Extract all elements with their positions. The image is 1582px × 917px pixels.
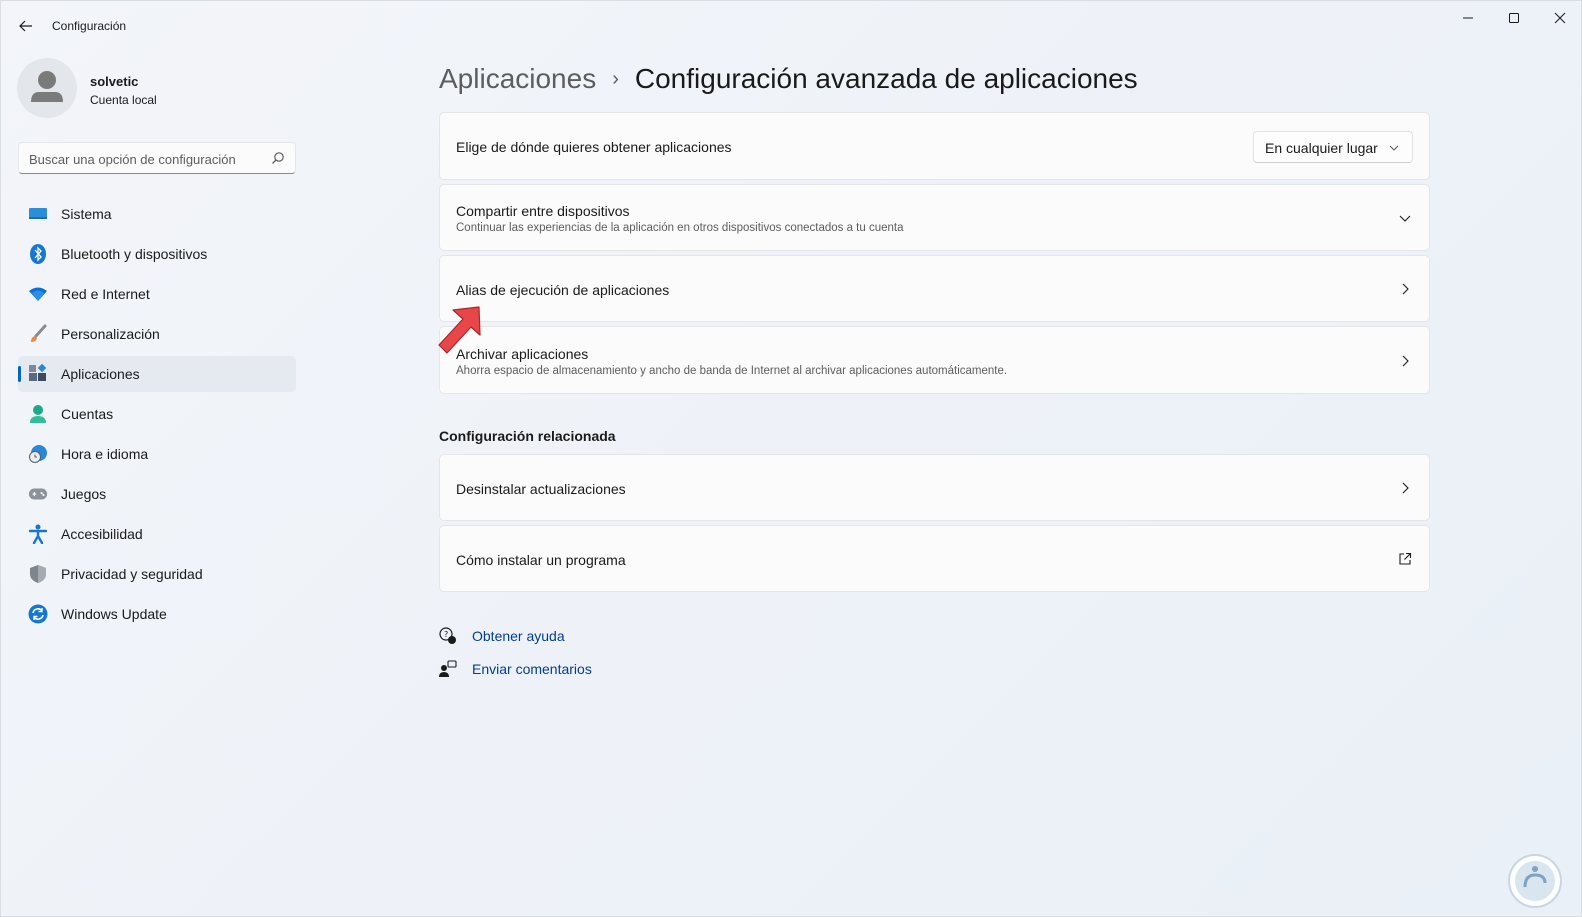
sidebar-item-label: Red e Internet [61, 286, 150, 302]
send-feedback-link[interactable]: Enviar comentarios [438, 658, 592, 680]
sidebar-item-hora[interactable]: Hora e idioma [18, 436, 296, 472]
sidebar-nav: Sistema Bluetooth y dispositivos Red e I… [18, 196, 296, 636]
feedback-icon [438, 659, 458, 679]
sidebar-item-label: Juegos [61, 486, 107, 502]
get-help-label: Obtener ayuda [472, 628, 565, 644]
app-alias-setting[interactable]: Alias de ejecución de aplicaciones [439, 255, 1430, 322]
app-alias-title: Alias de ejecución de aplicaciones [456, 282, 670, 298]
user-avatar-icon [31, 71, 63, 102]
send-feedback-label: Enviar comentarios [472, 661, 592, 677]
page-title: Configuración avanzada de aplicaciones [634, 63, 1138, 94]
how-to-install-link[interactable]: Cómo instalar un programa [439, 525, 1430, 592]
related-settings-heading: Configuración relacionada [439, 428, 616, 444]
search-box[interactable] [18, 142, 296, 174]
title-bar: Configuración [1, 1, 1581, 49]
update-icon [28, 604, 48, 624]
search-icon[interactable] [271, 151, 285, 165]
app-source-dropdown-value: En cualquier lugar [1265, 140, 1378, 156]
sidebar-item-label: Sistema [61, 206, 112, 222]
minimize-icon [1463, 17, 1473, 19]
sidebar-item-label: Privacidad y seguridad [61, 566, 203, 582]
minimize-button[interactable] [1445, 1, 1491, 35]
bluetooth-icon [28, 244, 48, 264]
how-to-install-title: Cómo instalar un programa [456, 552, 626, 568]
share-devices-title: Compartir entre dispositivos [456, 203, 630, 219]
gamepad-icon [28, 484, 48, 504]
chevron-right-icon [1397, 480, 1413, 496]
get-help-link[interactable]: ? Obtener ayuda [438, 625, 565, 647]
sidebar-item-cuentas[interactable]: Cuentas [18, 396, 296, 432]
breadcrumb-parent-link[interactable]: Aplicaciones [439, 63, 596, 95]
profile-account-type: Cuenta local [90, 93, 157, 107]
account-icon [28, 404, 48, 424]
share-devices-subtitle: Continuar las experiencias de la aplicac… [456, 222, 904, 234]
annotation-arrow-icon [438, 306, 481, 354]
system-icon [28, 204, 48, 224]
sidebar-item-windows-update[interactable]: Windows Update [18, 596, 296, 632]
maximize-icon [1509, 13, 1519, 23]
sidebar-item-aplicaciones[interactable]: Aplicaciones [18, 356, 296, 392]
uninstall-updates-title: Desinstalar actualizaciones [456, 481, 626, 497]
chevron-down-icon [1399, 215, 1411, 222]
back-arrow-icon [19, 20, 32, 32]
help-icon: ? [438, 626, 458, 646]
profile-name: solvetic [90, 74, 139, 89]
sidebar-item-red[interactable]: Red e Internet [18, 276, 296, 312]
watermark-logo-icon [1508, 854, 1562, 908]
brush-icon [28, 324, 48, 344]
sidebar-item-label: Accesibilidad [61, 526, 143, 542]
back-button[interactable] [13, 13, 39, 39]
close-button[interactable] [1537, 1, 1582, 35]
sidebar-item-bluetooth[interactable]: Bluetooth y dispositivos [18, 236, 296, 272]
shield-icon [28, 564, 48, 584]
sidebar-item-label: Personalización [61, 326, 160, 342]
chevron-right-icon [1397, 353, 1413, 369]
external-link-icon [1397, 551, 1413, 567]
sidebar-item-personalizacion[interactable]: Personalización [18, 316, 296, 352]
expand-button[interactable] [1397, 210, 1413, 226]
settings-window: Configuración solvetic Cuenta local Busc… [0, 0, 1582, 917]
time-language-icon [28, 444, 48, 464]
user-profile[interactable]: solvetic Cuenta local [17, 58, 297, 120]
uninstall-updates-link[interactable]: Desinstalar actualizaciones [439, 454, 1430, 521]
archive-apps-subtitle: Ahorra espacio de almacenamiento y ancho… [456, 365, 1008, 377]
sidebar-item-label: Bluetooth y dispositivos [61, 246, 208, 262]
chevron-right-icon [1397, 281, 1413, 297]
archive-apps-setting[interactable]: Archivar aplicaciones Ahorra espacio de … [439, 326, 1430, 394]
share-devices-setting[interactable]: Compartir entre dispositivos Continuar l… [439, 184, 1430, 251]
sidebar-item-label: Windows Update [61, 606, 167, 622]
apps-icon [28, 364, 48, 384]
svg-text:?: ? [444, 630, 448, 639]
sidebar-item-sistema[interactable]: Sistema [18, 196, 296, 232]
sidebar-item-label: Hora e idioma [61, 446, 149, 462]
avatar [17, 58, 77, 118]
sidebar-item-label: Aplicaciones [61, 366, 140, 382]
breadcrumb: Aplicaciones › Configuración avanzada de… [439, 59, 1138, 99]
sidebar-item-label: Cuentas [61, 406, 114, 422]
app-source-title: Elige de dónde quieres obtener aplicacio… [456, 139, 732, 155]
wifi-icon [28, 284, 48, 304]
app-title: Configuración [52, 19, 127, 33]
app-source-dropdown[interactable]: En cualquier lugar [1253, 131, 1413, 163]
maximize-button[interactable] [1491, 1, 1537, 35]
accessibility-icon [28, 524, 48, 544]
breadcrumb-separator: › [612, 67, 619, 90]
chevron-down-icon [1389, 145, 1399, 151]
sidebar-item-juegos[interactable]: Juegos [18, 476, 296, 512]
sidebar-item-accesibilidad[interactable]: Accesibilidad [18, 516, 296, 552]
close-icon [1554, 12, 1566, 24]
search-input[interactable] [29, 149, 264, 169]
app-source-setting: Elige de dónde quieres obtener aplicacio… [439, 112, 1430, 180]
sidebar-item-privacidad[interactable]: Privacidad y seguridad [18, 556, 296, 592]
